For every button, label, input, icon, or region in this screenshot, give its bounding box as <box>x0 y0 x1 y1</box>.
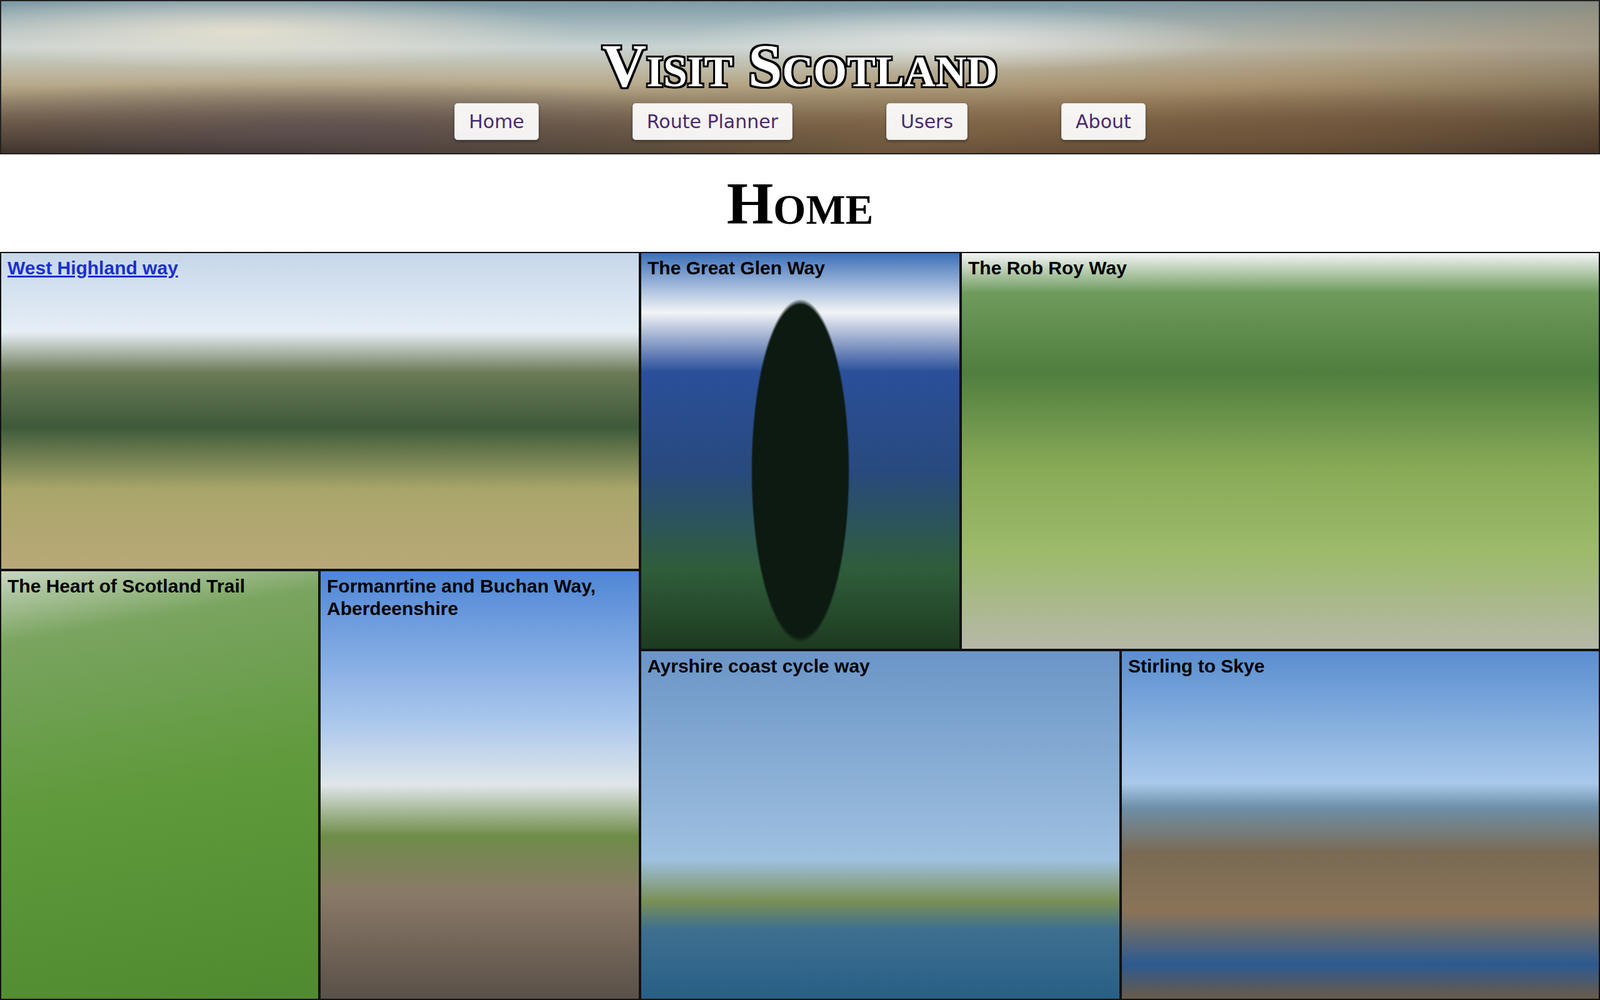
page-heading-section: Home <box>0 154 1600 252</box>
page-heading: Home <box>726 168 874 239</box>
route-tile[interactable]: Formanrtine and Buchan Way, Aberdeenshir… <box>319 570 640 1000</box>
route-tile[interactable]: The Great Glen Way <box>640 251 961 650</box>
route-title: Formanrtine and Buchan Way, Aberdeenshir… <box>326 575 633 620</box>
route-title: The Great Glen Way <box>647 256 954 280</box>
route-tile[interactable]: The Heart of Scotland Trail <box>0 570 320 1000</box>
route-link[interactable]: West Highland way <box>7 256 633 280</box>
route-tile[interactable]: Stirling to Skye <box>1120 650 1600 1000</box>
nav-button[interactable]: Users <box>886 103 968 140</box>
header: Visit Scotland Home Route Planner Users Abo… <box>0 0 1600 155</box>
route-tile[interactable]: Ayrshire coast cycle way <box>640 650 1121 1000</box>
route-grid: West Highland way The Great Glen Way The R… <box>0 251 1600 1000</box>
site-title: Visit Scotland <box>602 33 999 99</box>
route-title: The Rob Roy Way <box>968 256 1593 280</box>
nav-button[interactable]: Home <box>454 103 539 140</box>
route-title: Ayrshire coast cycle way <box>647 655 1114 678</box>
nav-button[interactable]: About <box>1061 103 1146 140</box>
nav-button[interactable]: Route Planner <box>632 103 793 140</box>
route-tile[interactable]: The Rob Roy Way <box>960 251 1600 650</box>
route-title: The Heart of Scotland Trail <box>7 575 312 598</box>
nav-bar: Home Route Planner Users About <box>454 103 1146 140</box>
page: Visit Scotland Home Route Planner Users Abo… <box>0 0 1600 1000</box>
route-title: Stirling to Skye <box>1128 655 1593 678</box>
route-tile[interactable]: West Highland way <box>0 251 640 570</box>
